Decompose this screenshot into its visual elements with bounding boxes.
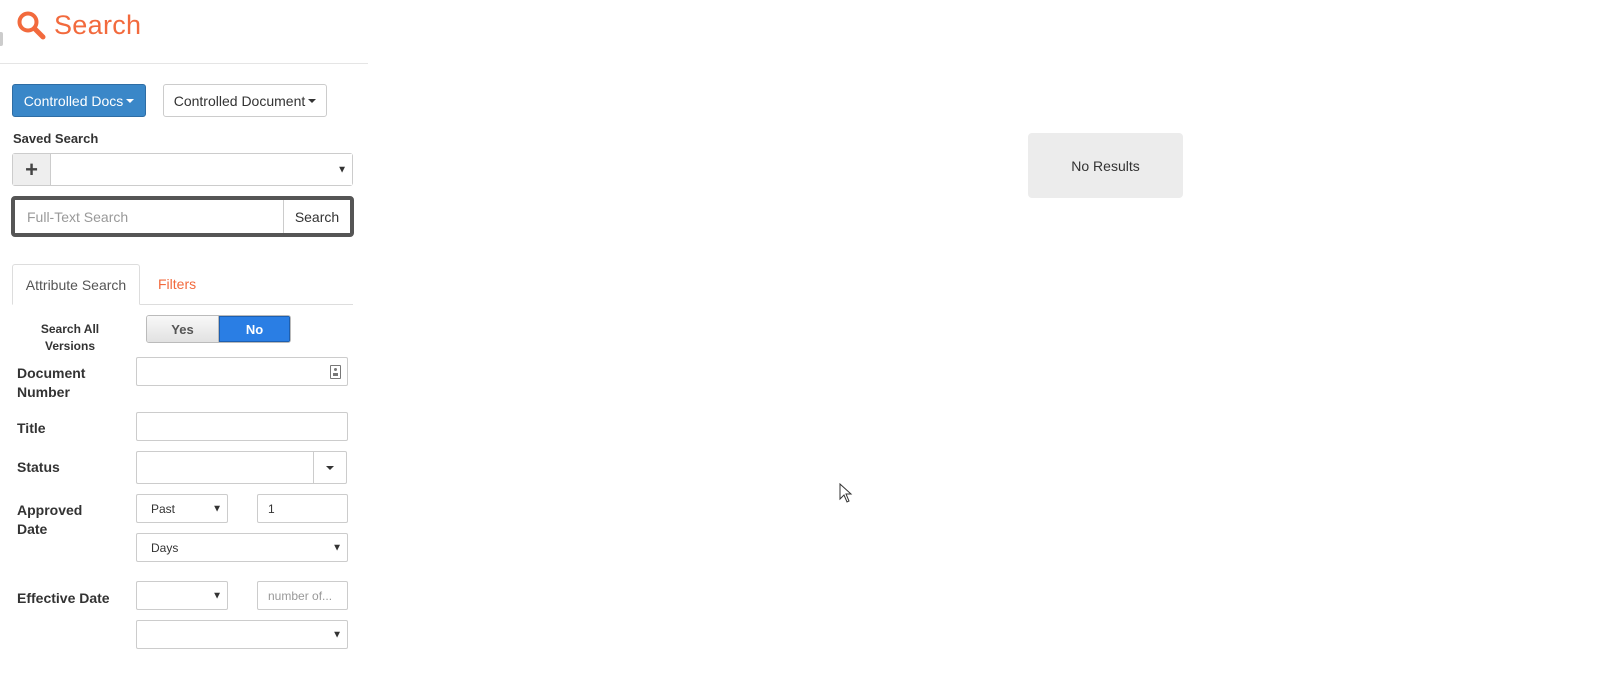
document-number-input[interactable] <box>137 358 347 385</box>
title-field[interactable] <box>136 412 348 441</box>
approved-date-unit-value: Days <box>151 540 179 555</box>
effective-date-unit-select[interactable]: ▼ <box>136 620 348 649</box>
effective-date-amount-field[interactable] <box>257 581 348 610</box>
caret-down-icon <box>326 465 334 470</box>
contact-card-icon[interactable] <box>330 365 341 379</box>
caret-down-icon <box>308 98 317 103</box>
select-arrow-icon: ▼ <box>332 542 342 553</box>
status-combobox[interactable] <box>136 451 347 484</box>
caret-down-icon <box>126 98 135 103</box>
status-dropdown-button[interactable] <box>313 452 346 483</box>
toggle-no-option[interactable]: No <box>219 316 290 342</box>
select-arrow-icon: ▼ <box>212 590 222 601</box>
tab-filters[interactable]: Filters <box>158 276 196 292</box>
title-label: Title <box>17 420 46 436</box>
search-tabs: Attribute Search Filters <box>12 264 353 305</box>
effective-date-label: Effective Date <box>17 590 110 606</box>
library-dropdown-button[interactable]: Controlled Docs <box>12 84 146 117</box>
document-number-label: Document Number <box>17 365 86 400</box>
page-header: Search <box>0 0 368 64</box>
plus-icon[interactable]: + <box>13 154 51 185</box>
select-arrow-icon: ▼ <box>332 629 342 640</box>
page-title: Search <box>54 10 142 40</box>
document-type-dropdown-label: Controlled Document <box>173 92 306 109</box>
effective-date-amount-input[interactable] <box>258 582 347 609</box>
approved-date-amount-input[interactable] <box>258 495 347 522</box>
saved-search-group: + ▼ <box>12 153 353 186</box>
document-number-field[interactable] <box>136 357 348 386</box>
full-text-search-group: Search <box>11 196 354 237</box>
approved-date-direction-value: Past <box>151 501 176 516</box>
effective-date-direction-select[interactable]: ▼ <box>136 581 228 610</box>
search-all-versions-toggle[interactable]: Yes No <box>146 315 291 343</box>
select-arrow-icon: ▼ <box>212 503 222 514</box>
approved-date-amount-field[interactable] <box>257 494 348 523</box>
search-page: Search Controlled Docs Controlled Docume… <box>0 0 1609 687</box>
search-all-versions-label: Search All Versions <box>40 322 100 353</box>
saved-search-label: Saved Search <box>13 131 99 146</box>
select-arrow-icon: ▼ <box>337 164 347 175</box>
toggle-yes-option[interactable]: Yes <box>147 316 219 342</box>
full-text-search-button[interactable]: Search <box>283 200 350 233</box>
title-input[interactable] <box>137 413 347 440</box>
full-text-search-input[interactable] <box>15 200 283 233</box>
no-results-panel: No Results <box>1028 133 1183 198</box>
tab-attribute-search[interactable]: Attribute Search <box>12 264 140 305</box>
saved-search-select[interactable]: ▼ <box>51 154 352 185</box>
status-label: Status <box>17 459 60 475</box>
library-dropdown-label: Controlled Docs <box>23 92 124 109</box>
approved-date-unit-select[interactable]: Days ▼ <box>136 533 348 562</box>
approved-date-direction-select[interactable]: Past ▼ <box>136 494 228 523</box>
document-type-dropdown-button[interactable]: Controlled Document <box>163 84 327 117</box>
search-icon <box>17 11 46 40</box>
approved-date-label: Approved Date <box>17 502 83 537</box>
mouse-cursor-icon <box>839 483 853 503</box>
